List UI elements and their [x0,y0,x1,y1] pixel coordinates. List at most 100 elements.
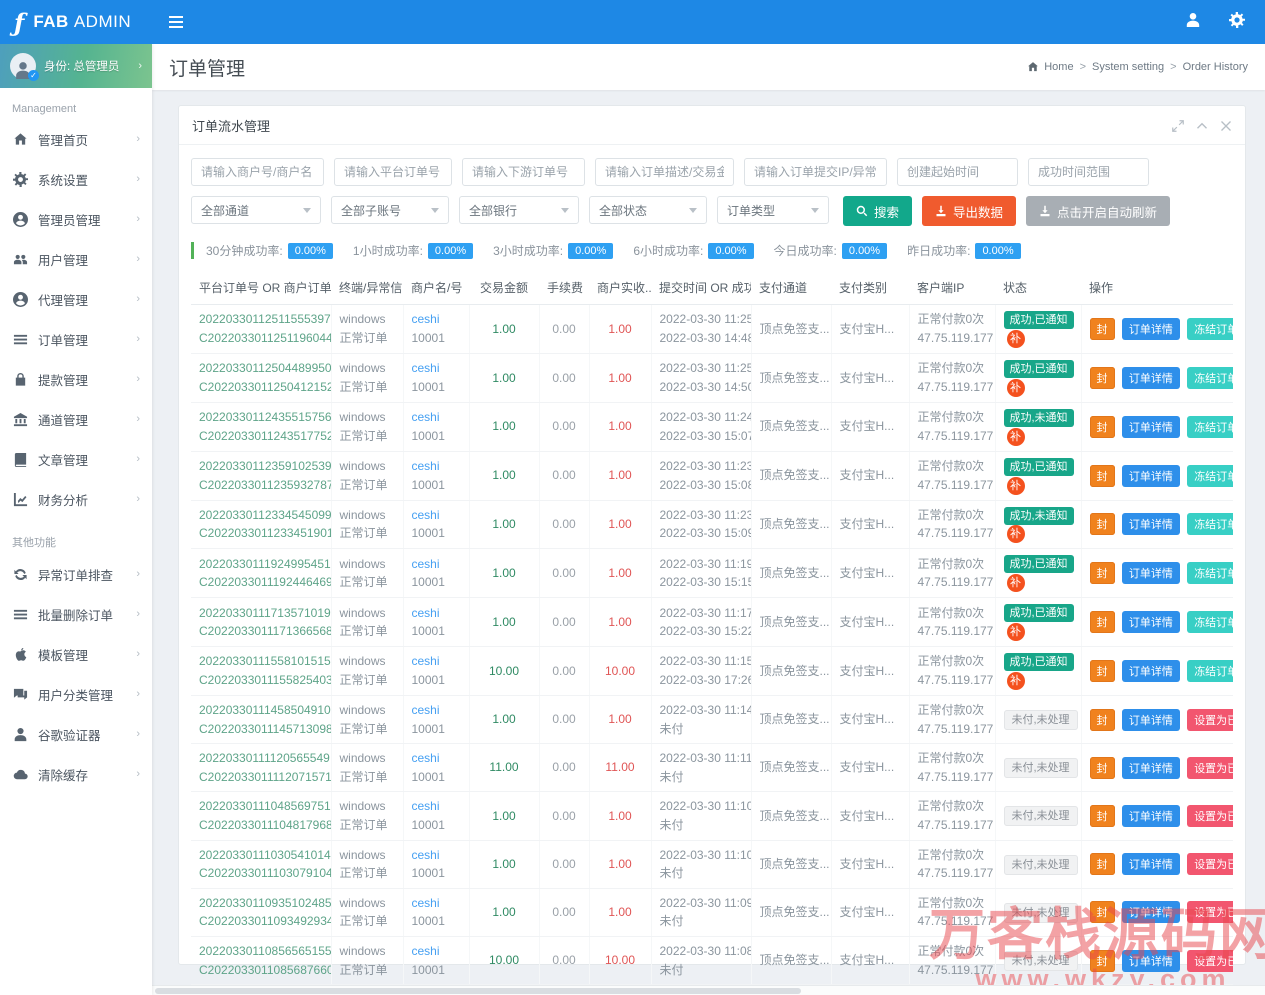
patch-notify-button[interactable]: 补 [1007,477,1025,495]
order-desc-amount-input[interactable] [595,158,734,186]
sidebar-item-channel-management[interactable]: 通道管理 › [0,399,152,439]
seal-button[interactable]: 封 [1090,757,1115,779]
success-time-range-input[interactable] [1028,158,1149,186]
order-detail-button[interactable]: 订单详情 [1122,757,1180,779]
bank-select[interactable]: 全部银行 [459,196,579,224]
merchant-name-link[interactable]: ceshi [412,459,440,473]
set-paid-button[interactable]: 设置为已支付 [1187,709,1233,731]
order-detail-button[interactable]: 订单详情 [1122,318,1180,340]
merchant-name-link[interactable]: ceshi [412,703,440,717]
submit-ip-input[interactable] [744,158,887,186]
freeze-order-button[interactable]: 冻结订单 [1187,416,1233,438]
order-detail-button[interactable]: 订单详情 [1122,805,1180,827]
patch-notify-button[interactable]: 补 [1007,574,1025,592]
merchant-name-link[interactable]: ceshi [412,799,440,813]
seal-button[interactable]: 封 [1090,660,1115,682]
patch-notify-button[interactable]: 补 [1007,379,1025,397]
auto-refresh-button[interactable]: 点击开启自动刷新 [1026,196,1170,226]
seal-button[interactable]: 封 [1090,318,1115,340]
sidebar-item-system-settings[interactable]: 系统设置 › [0,159,152,199]
merchant-name-link[interactable]: ceshi [412,508,440,522]
merchant-name-link[interactable]: ceshi [412,312,440,326]
channel-select[interactable]: 全部通道 [191,196,321,224]
export-data-button[interactable]: 导出数据 [922,196,1016,226]
set-paid-button[interactable]: 设置为已支付 [1187,950,1233,972]
seal-button[interactable]: 封 [1090,611,1115,633]
sidebar-item-admin-management[interactable]: 管理员管理 › [0,199,152,239]
patch-notify-button[interactable]: 补 [1007,672,1025,690]
merchant-input[interactable] [191,158,324,186]
seal-button[interactable]: 封 [1090,513,1115,535]
sub-account-select[interactable]: 全部子账号 [331,196,449,224]
scrollbar-thumb[interactable] [155,988,801,994]
set-paid-button[interactable]: 设置为已支付 [1187,757,1233,779]
seal-button[interactable]: 封 [1090,805,1115,827]
freeze-order-button[interactable]: 冻结订单 [1187,562,1233,584]
sidebar-item-template-management[interactable]: 模板管理 › [0,634,152,674]
order-detail-button[interactable]: 订单详情 [1122,660,1180,682]
patch-notify-button[interactable]: 补 [1007,428,1025,446]
sidebar-item-user-management[interactable]: 用户管理 › [0,239,152,279]
merchant-name-link[interactable]: ceshi [412,654,440,668]
sidebar-item-withdraw-management[interactable]: 提款管理 › [0,359,152,399]
merchant-name-link[interactable]: ceshi [412,896,440,910]
order-type-select[interactable]: 订单类型 [717,196,829,224]
freeze-order-button[interactable]: 冻结订单 [1187,318,1233,340]
seal-button[interactable]: 封 [1090,901,1115,923]
freeze-order-button[interactable]: 冻结订单 [1187,660,1233,682]
merchant-name-link[interactable]: ceshi [412,606,440,620]
expand-icon[interactable] [1172,120,1184,132]
order-detail-button[interactable]: 订单详情 [1122,709,1180,731]
patch-notify-button[interactable]: 补 [1007,525,1025,543]
sidebar-item-batch-delete-orders[interactable]: 批量删除订单 › [0,594,152,634]
seal-button[interactable]: 封 [1090,950,1115,972]
order-detail-button[interactable]: 订单详情 [1122,901,1180,923]
status-select[interactable]: 全部状态 [589,196,707,224]
sidebar-toggle-icon[interactable] [169,16,183,28]
user-icon[interactable] [1185,12,1201,33]
downstream-order-no-input[interactable] [462,158,585,186]
seal-button[interactable]: 封 [1090,562,1115,584]
horizontal-scrollbar[interactable] [152,985,1265,995]
create-start-time-input[interactable] [897,158,1018,186]
seal-button[interactable]: 封 [1090,709,1115,731]
breadcrumb-order-history[interactable]: Order History [1183,61,1248,73]
order-detail-button[interactable]: 订单详情 [1122,950,1180,972]
breadcrumb-home[interactable]: Home [1044,61,1073,73]
sidebar-item-google-authenticator[interactable]: 谷歌验证器 › [0,714,152,754]
sidebar-item-user-category-management[interactable]: 用户分类管理 › [0,674,152,714]
collapse-icon[interactable] [1196,120,1208,132]
settings-gear-icon[interactable] [1229,12,1245,33]
freeze-order-button[interactable]: 冻结订单 [1187,465,1233,487]
set-paid-button[interactable]: 设置为已支付 [1187,901,1233,923]
patch-notify-button[interactable]: 补 [1007,330,1025,348]
freeze-order-button[interactable]: 冻结订单 [1187,611,1233,633]
order-detail-button[interactable]: 订单详情 [1122,416,1180,438]
sidebar-user-panel[interactable]: ✓ 身份: 总管理员 › [0,44,152,88]
seal-button[interactable]: 封 [1090,416,1115,438]
order-detail-button[interactable]: 订单详情 [1122,611,1180,633]
freeze-order-button[interactable]: 冻结订单 [1187,367,1233,389]
sidebar-item-order-management[interactable]: 订单管理 › [0,319,152,359]
order-detail-button[interactable]: 订单详情 [1122,562,1180,584]
order-detail-button[interactable]: 订单详情 [1122,465,1180,487]
merchant-name-link[interactable]: ceshi [412,410,440,424]
sidebar-item-clear-cache[interactable]: 清除缓存 › [0,754,152,794]
set-paid-button[interactable]: 设置为已支付 [1187,853,1233,875]
sidebar-item-article-management[interactable]: 文章管理 › [0,439,152,479]
breadcrumb-system-setting[interactable]: System setting [1092,61,1164,73]
order-detail-button[interactable]: 订单详情 [1122,367,1180,389]
close-icon[interactable] [1220,120,1232,132]
order-detail-button[interactable]: 订单详情 [1122,513,1180,535]
merchant-name-link[interactable]: ceshi [412,751,440,765]
order-detail-button[interactable]: 订单详情 [1122,853,1180,875]
sidebar-item-agent-management[interactable]: 代理管理 › [0,279,152,319]
sidebar-item-abnormal-order-check[interactable]: 异常订单排查 › [0,554,152,594]
seal-button[interactable]: 封 [1090,853,1115,875]
platform-order-no-input[interactable] [334,158,452,186]
patch-notify-button[interactable]: 补 [1007,623,1025,641]
sidebar-item-dashboard[interactable]: 管理首页 › [0,119,152,159]
set-paid-button[interactable]: 设置为已支付 [1187,805,1233,827]
seal-button[interactable]: 封 [1090,465,1115,487]
merchant-name-link[interactable]: ceshi [412,361,440,375]
